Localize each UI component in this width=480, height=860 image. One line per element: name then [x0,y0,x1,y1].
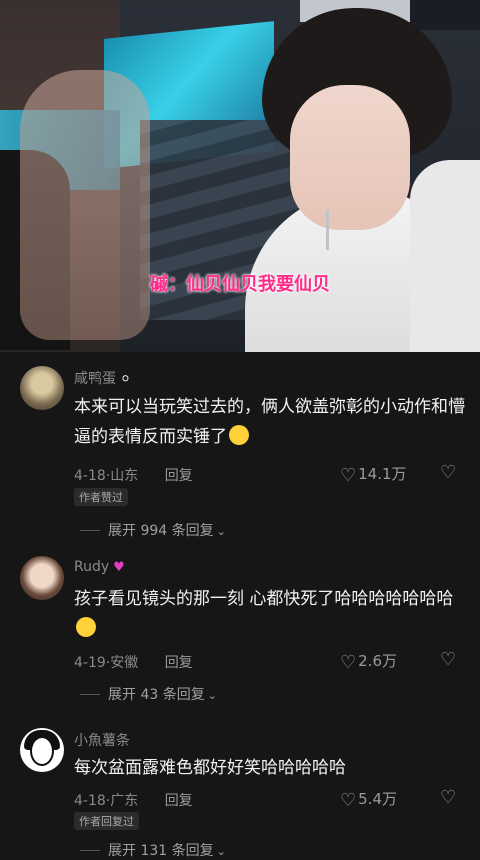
like-button[interactable]: ♡ 2.6万 [340,650,397,673]
reply-button[interactable]: 回复 [165,655,193,671]
comment-text[interactable]: 本来可以当玩笑过去的，俩人欲盖弥彰的小动作和懵逼的表情反而实锤了 [74,392,466,452]
username-text: 咸鸭蛋 [74,371,116,387]
like-count: 2.6万 [358,652,397,670]
expand-replies-button[interactable]: 展开 131 条回复 ⌄ [80,840,226,860]
broken-heart-icon[interactable]: ♡ [440,649,456,670]
heart-outline-icon: ♡ [340,465,357,486]
avatar[interactable] [20,366,64,410]
comment-meta: 4-19·安徽 回复 [74,655,193,671]
smiling-face-emoji [76,617,96,637]
avatar-face [30,736,54,766]
heart-outline-icon: ♡ [340,790,357,811]
comment-location: 安徽 [110,655,139,671]
chevron-down-icon: ⌄ [207,689,217,702]
username-text: Rudy [74,559,110,575]
expand-label: 展开 131 条回复 [108,843,214,859]
divider-line [80,694,100,695]
video-player[interactable]: 磩：仙贝仙贝我要仙贝 [0,0,480,352]
reply-button[interactable]: 回复 [165,793,193,809]
like-button[interactable]: ♡ 5.4万 [340,788,397,811]
necklace [326,210,329,250]
like-count: 14.1万 [358,465,407,483]
comment-meta: 4-18·山东 回复 [74,468,193,484]
avatar[interactable] [20,728,64,772]
divider-line [80,530,100,531]
expand-label: 展开 994 条回复 [108,523,214,539]
egg-icon: ⚪ [120,372,131,387]
broken-heart-icon[interactable]: ♡ [440,462,456,483]
comment-body: 每次盆面露难色都好好笑哈哈哈哈哈 [74,758,346,778]
reply-button[interactable]: 回复 [165,468,193,484]
comment-date: 4-19 [74,655,106,671]
chevron-down-icon: ⌄ [216,525,226,538]
video-subtitle: 磩：仙贝仙贝我要仙贝 [150,274,330,295]
comment-location: 山东 [110,468,139,484]
chevron-down-icon: ⌄ [216,845,226,858]
broken-heart-icon[interactable]: ♡ [440,787,456,808]
comment-username[interactable]: Rudy ♥ [74,559,125,575]
person-face [290,85,410,230]
expand-replies-button[interactable]: 展开 43 条回复 ⌄ [80,684,217,704]
avatar[interactable] [20,556,64,600]
crying-face-emoji [229,425,249,445]
foreground-arm [20,70,150,340]
comment-date: 4-18 [74,793,106,809]
comment-meta: 4-18·广东 回复 [74,793,193,809]
comment-body: 孩子看见镜头的那一刻 心都快死了哈哈哈哈哈哈哈 [74,589,454,609]
heart-outline-icon: ♡ [340,652,357,673]
divider-line [80,850,100,851]
person-shirt-shoulder [410,160,480,352]
expand-replies-button[interactable]: 展开 994 条回复 ⌄ [80,520,226,540]
comment-username[interactable]: 咸鸭蛋 ⚪ [74,368,131,388]
author-replied-tag: 作者回复过 [74,812,139,830]
like-button[interactable]: ♡ 14.1万 [340,463,407,486]
comment-list[interactable]: 咸鸭蛋 ⚪ 本来可以当玩笑过去的，俩人欲盖弥彰的小动作和懵逼的表情反而实锤了 4-… [0,352,480,859]
author-liked-tag: 作者赞过 [74,488,128,506]
comment-body: 本来可以当玩笑过去的，俩人欲盖弥彰的小动作和懵逼的表情反而实锤了 [74,397,465,447]
like-count: 5.4万 [358,790,397,808]
expand-label: 展开 43 条回复 [108,687,205,703]
comment-location: 广东 [110,793,139,809]
comment-text[interactable]: 孩子看见镜头的那一刻 心都快死了哈哈哈哈哈哈哈 [74,584,466,644]
heart-icon: ♥ [113,560,125,575]
comment-text[interactable]: 每次盆面露难色都好好笑哈哈哈哈哈 [74,753,466,783]
comment-username[interactable]: 小魚薯条 [74,730,130,750]
comment-date: 4-18 [74,468,106,484]
stage-sign-dark [410,0,480,30]
